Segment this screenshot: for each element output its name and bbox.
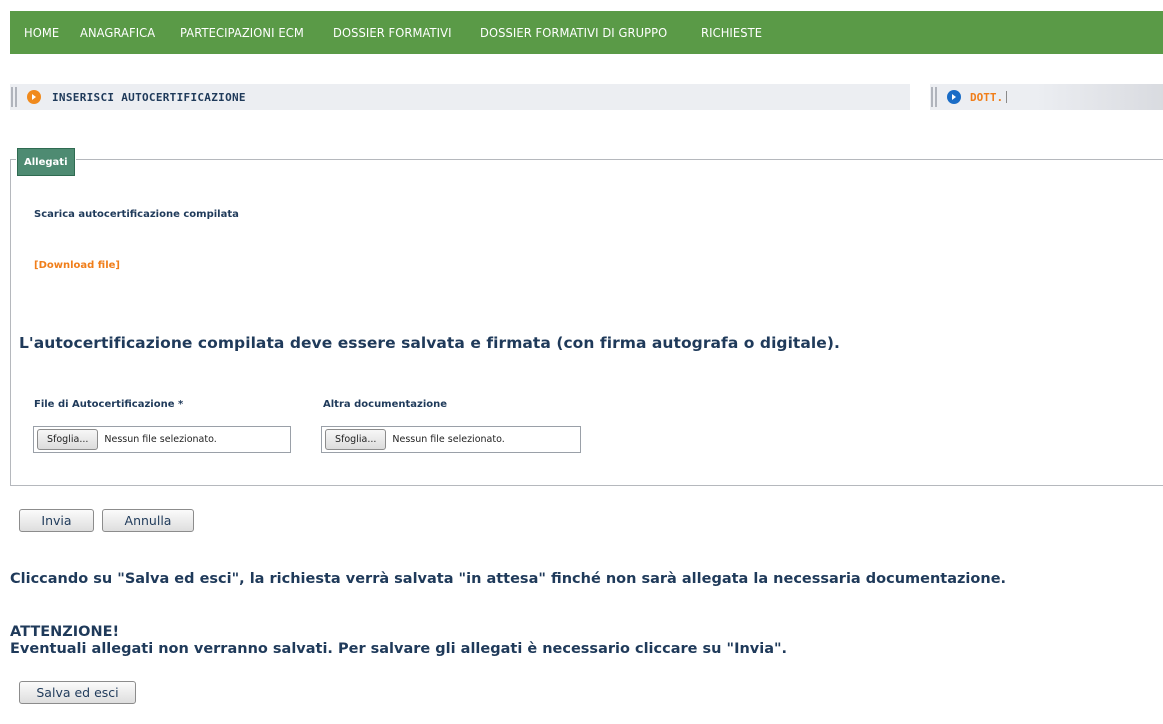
section-title: INSERISCI AUTOCERTIFICAZIONE xyxy=(52,90,246,104)
nav-item-partecipazioni-ecm[interactable]: PARTECIPAZIONI ECM xyxy=(180,25,304,40)
nav-item-dossier-formativi-di-gruppo[interactable]: DOSSIER FORMATIVI DI GRUPPO xyxy=(480,25,667,40)
text-cursor xyxy=(1006,91,1008,103)
allegati-fieldset: Allegati Scarica autocertificazione comp… xyxy=(10,148,1163,486)
arrow-right-icon xyxy=(27,90,41,104)
download-title: Scarica autocertificazione compilata xyxy=(34,209,239,220)
autocertificazione-file-label: File di Autocertificazione * xyxy=(34,399,184,410)
user-heading: DOTT. xyxy=(930,84,1163,110)
file-status: Nessun file selezionato. xyxy=(392,434,505,445)
altra-documentazione-file-input[interactable]: Sfoglia... Nessun file selezionato. xyxy=(321,426,581,453)
autocertificazione-file-input[interactable]: Sfoglia... Nessun file selezionato. xyxy=(33,426,291,453)
browse-button[interactable]: Sfoglia... xyxy=(325,429,387,450)
salva-ed-esci-button[interactable]: Salva ed esci xyxy=(19,681,136,704)
nav-item-dossier-formativi[interactable]: DOSSIER FORMATIVI xyxy=(333,25,452,40)
heading-divider xyxy=(935,87,937,107)
heading-divider xyxy=(15,87,17,107)
signature-notice: L'autocertificazione compilata deve esse… xyxy=(19,334,840,352)
invia-button[interactable]: Invia xyxy=(19,509,94,532)
section-heading: INSERISCI AUTOCERTIFICAZIONE xyxy=(10,84,910,110)
arrow-right-icon xyxy=(947,90,961,104)
heading-divider xyxy=(931,87,933,107)
annulla-button[interactable]: Annulla xyxy=(102,509,194,532)
attention-text: Eventuali allegati non verranno salvati.… xyxy=(10,641,788,657)
nav-item-anagrafica[interactable]: ANAGRAFICA xyxy=(80,25,155,40)
save-info-text: Cliccando su "Salva ed esci", la richies… xyxy=(10,571,1007,587)
top-navigation: HOME ANAGRAFICA PARTECIPAZIONI ECM DOSSI… xyxy=(10,11,1163,54)
browse-button[interactable]: Sfoglia... xyxy=(37,429,99,450)
altra-documentazione-label: Altra documentazione xyxy=(323,399,448,410)
attention-heading: ATTENZIONE! xyxy=(10,624,120,640)
allegati-legend: Allegati xyxy=(17,148,75,176)
file-status: Nessun file selezionato. xyxy=(104,434,217,445)
download-file-link[interactable]: [Download file] xyxy=(34,260,120,271)
nav-item-home[interactable]: HOME xyxy=(24,25,59,40)
user-name: DOTT. xyxy=(970,90,1004,104)
nav-item-richieste[interactable]: RICHIESTE xyxy=(701,25,762,40)
heading-divider xyxy=(11,87,13,107)
